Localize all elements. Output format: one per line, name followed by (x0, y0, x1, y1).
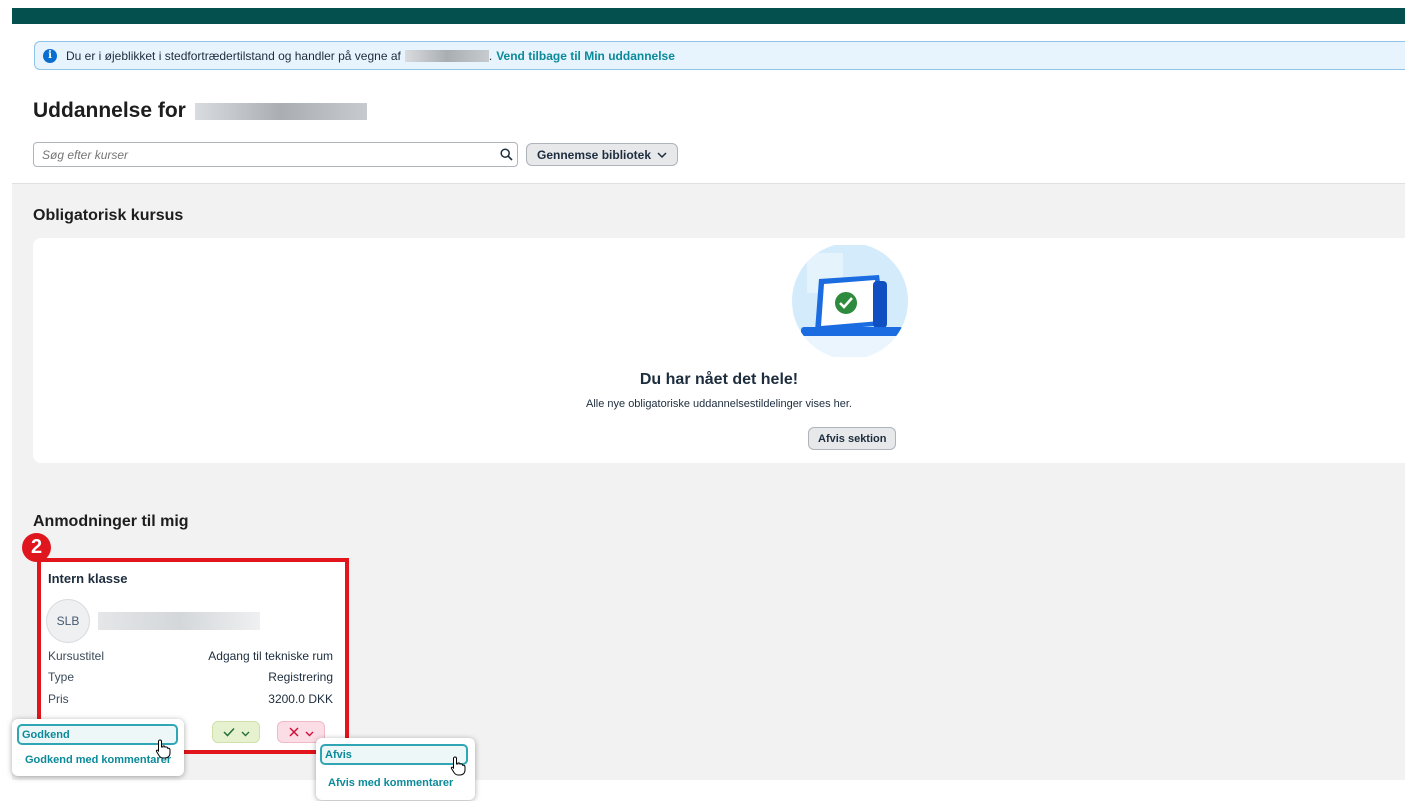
laptop-checkmark-illustration (792, 245, 908, 357)
field-label: Type (48, 670, 75, 684)
reject-option[interactable]: Afvis (320, 744, 468, 765)
redacted-requester-name (98, 612, 260, 630)
dismiss-section-button[interactable]: Afvis sektion (808, 427, 897, 450)
banner-text: Du er i øjeblikket i stedfortrædertilsta… (66, 48, 401, 63)
hand-pointer-icon (450, 756, 466, 776)
empty-state-title: Du har nået det hele! (639, 371, 799, 388)
chevron-down-icon (657, 148, 667, 162)
app-header-bar (12, 8, 1405, 24)
browse-library-label: Gennemse bibliotek (537, 147, 652, 162)
course-search (33, 142, 518, 167)
close-icon (288, 725, 299, 740)
approve-menu-button[interactable] (212, 721, 260, 743)
approve-with-comments-option[interactable]: Godkend med kommentarer (25, 754, 171, 766)
proxy-mode-banner: i Du er i øjeblikket i stedfortrædertils… (34, 41, 1405, 70)
page-title: Uddannelse for (33, 99, 367, 123)
redacted-title-name (194, 102, 367, 120)
field-value: Registrering (268, 670, 333, 684)
empty-state-subtitle: Alle nye obligatoriske uddannelsestildel… (586, 398, 852, 410)
request-type: Intern klasse (48, 571, 128, 586)
mandatory-section-title: Obligatorisk kursus (33, 207, 184, 224)
requests-section-title: Anmodninger til mig (33, 513, 189, 530)
info-icon: i (43, 48, 57, 63)
browse-library-button[interactable]: Gennemse bibliotek (526, 143, 679, 166)
field-value: Adgang til tekniske rum (208, 649, 333, 663)
search-icon[interactable] (495, 148, 517, 161)
approve-option[interactable]: Godkend (17, 724, 178, 745)
field-value: 3200.0 DKK (268, 692, 333, 706)
avatar: SLB (46, 599, 90, 643)
search-input[interactable] (34, 146, 495, 163)
callout-badge: 2 (22, 533, 51, 562)
reject-with-comments-option[interactable]: Afvis med kommentarer (328, 777, 453, 789)
checkmark-icon (222, 725, 235, 740)
page-title-text: Uddannelse for (33, 99, 186, 122)
mandatory-empty-card (33, 238, 1405, 463)
banner-period: . (488, 48, 493, 63)
redacted-user-name (404, 49, 489, 62)
hand-pointer-icon (155, 739, 171, 759)
field-label: Kursustitel (48, 649, 105, 663)
field-label: Pris (48, 692, 69, 706)
chevron-down-icon (241, 725, 250, 740)
return-to-my-learning-link[interactable]: Vend tilbage til Min uddannelse (496, 49, 675, 63)
chevron-down-icon (305, 725, 314, 740)
